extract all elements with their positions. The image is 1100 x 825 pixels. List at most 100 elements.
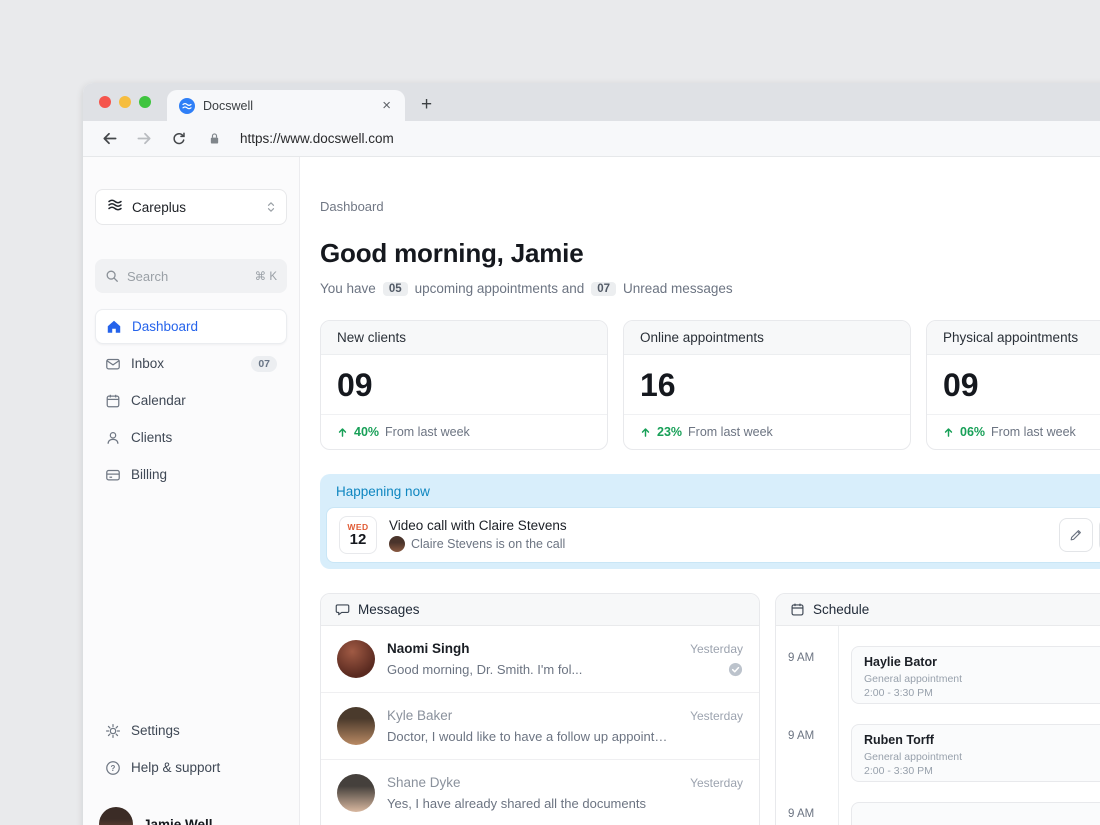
stat-delta: 40% bbox=[354, 425, 380, 439]
sidebar-item-help[interactable]: ? Help & support bbox=[95, 750, 287, 785]
search-input[interactable] bbox=[127, 268, 247, 284]
home-icon bbox=[106, 319, 122, 335]
stat-title: New clients bbox=[321, 321, 607, 355]
sidebar-item-label: Settings bbox=[131, 723, 180, 738]
message-sender: Shane Dyke bbox=[387, 775, 461, 790]
forward-icon[interactable] bbox=[136, 130, 153, 147]
inbox-icon bbox=[105, 356, 121, 372]
schedule-panel-header: Schedule bbox=[776, 594, 1100, 626]
message-list-item[interactable]: Kyle Baker Doctor, I would like to have … bbox=[321, 693, 759, 760]
close-window-button[interactable] bbox=[99, 96, 111, 108]
window-controls bbox=[99, 83, 151, 121]
sidebar-item-calendar[interactable]: Calendar bbox=[95, 383, 287, 418]
appointment-patient: Haylie Bator bbox=[864, 655, 937, 669]
appointment-card[interactable]: Haylie Bator General appointment 2:00 - … bbox=[851, 646, 1100, 704]
sidebar-item-inbox[interactable]: Inbox 07 bbox=[95, 346, 287, 381]
schedule-card-wrap bbox=[838, 802, 1100, 825]
sidebar-item-label: Billing bbox=[131, 467, 168, 482]
message-time: Yesterday bbox=[690, 709, 743, 723]
page-title: Good morning, Jamie bbox=[320, 238, 584, 268]
schedule-row: 9 AM Ruben Torff General appointment 2:0… bbox=[776, 724, 1100, 782]
stat-delta: 23% bbox=[657, 425, 683, 439]
sidebar-item-label: Help & support bbox=[131, 760, 221, 775]
message-time: Yesterday bbox=[690, 642, 743, 656]
message-preview: Doctor, I would like to have a follow up… bbox=[387, 729, 679, 744]
stat-delta-note: From last week bbox=[688, 425, 773, 439]
stat-footer: 23% From last week bbox=[624, 414, 910, 449]
browser-tabstrip: Docswell × + bbox=[83, 83, 1100, 121]
search-icon bbox=[105, 269, 119, 283]
event-info: Video call with Claire Stevens Claire St… bbox=[389, 518, 567, 552]
profile-name: Jamie Well bbox=[143, 816, 213, 825]
sidebar-item-label: Calendar bbox=[131, 393, 186, 408]
message-sender: Naomi Singh bbox=[387, 641, 470, 656]
secure-lock-icon[interactable] bbox=[209, 132, 220, 145]
chat-icon bbox=[335, 602, 350, 617]
message-meta: Yesterday bbox=[690, 640, 743, 677]
message-body: Shane Dyke Yes, I have already shared al… bbox=[387, 774, 678, 811]
happening-now-title: Happening now bbox=[336, 484, 430, 499]
event-subtitle: Claire Stevens is on the call bbox=[411, 537, 566, 551]
stat-value: 09 bbox=[337, 367, 373, 403]
summary-prefix: You have bbox=[320, 281, 376, 296]
stat-card-physical-appointments: Physical appointments 09 06% From last w… bbox=[926, 320, 1100, 450]
stat-footer: 40% From last week bbox=[321, 414, 607, 449]
sidebar-item-billing[interactable]: Billing bbox=[95, 457, 287, 492]
browser-tab-docswell[interactable]: Docswell × bbox=[167, 90, 405, 121]
tab-close-icon[interactable]: × bbox=[380, 96, 393, 115]
pencil-icon bbox=[1069, 528, 1083, 542]
sidebar-item-label: Inbox bbox=[131, 356, 165, 371]
schedule-time-label: 9 AM bbox=[788, 730, 815, 742]
minimize-window-button[interactable] bbox=[119, 96, 131, 108]
sidebar-item-clients[interactable]: Clients bbox=[95, 420, 287, 455]
appointments-count-badge: 05 bbox=[382, 281, 408, 296]
appointment-card[interactable]: Ruben Torff General appointment 2:00 - 3… bbox=[851, 724, 1100, 782]
messages-panel: Messages Naomi Singh Good morning, Dr. S… bbox=[320, 593, 760, 825]
appointment-card[interactable] bbox=[851, 802, 1100, 825]
reload-icon[interactable] bbox=[171, 131, 187, 147]
message-meta: Yesterday bbox=[690, 707, 743, 723]
address-bar[interactable]: https://www.docswell.com bbox=[240, 131, 394, 146]
read-check-icon bbox=[728, 662, 743, 677]
calendar-icon bbox=[790, 602, 805, 617]
message-sender: Kyle Baker bbox=[387, 708, 453, 723]
message-list-item[interactable]: Shane Dyke Yes, I have already shared al… bbox=[321, 760, 759, 825]
svg-text:?: ? bbox=[111, 763, 116, 772]
message-list-item[interactable]: Naomi Singh Good morning, Dr. Smith. I'm… bbox=[321, 626, 759, 693]
sidebar: Careplus ⌘ K Dashboard bbox=[83, 157, 300, 825]
messages-panel-header: Messages bbox=[321, 594, 759, 626]
schedule-panel-title: Schedule bbox=[813, 602, 870, 617]
zoom-window-button[interactable] bbox=[139, 96, 151, 108]
stat-delta: 06% bbox=[960, 425, 986, 439]
schedule-row: 9 AM Haylie Bator General appointment 2:… bbox=[776, 646, 1100, 704]
sidebar-nav: Dashboard Inbox 07 Calendar Clients Bill… bbox=[95, 309, 287, 492]
sidebar-item-label: Clients bbox=[131, 430, 173, 445]
careplus-logo-icon bbox=[106, 196, 124, 219]
arrow-up-icon bbox=[337, 427, 348, 438]
stat-delta-note: From last week bbox=[991, 425, 1076, 439]
help-circle-icon: ? bbox=[105, 760, 121, 776]
sidebar-item-settings[interactable]: Settings bbox=[95, 713, 287, 748]
sidebar-footer: Settings ? Help & support Jamie Well bbox=[95, 713, 287, 825]
edit-event-button[interactable] bbox=[1059, 518, 1093, 552]
arrow-up-icon bbox=[943, 427, 954, 438]
workspace-selector[interactable]: Careplus bbox=[95, 189, 287, 225]
stat-delta-note: From last week bbox=[385, 425, 470, 439]
new-tab-button[interactable]: + bbox=[421, 95, 432, 114]
search-box[interactable]: ⌘ K bbox=[95, 259, 287, 293]
schedule-body: 9 AM Haylie Bator General appointment 2:… bbox=[776, 626, 1100, 825]
stat-footer: 06% From last week bbox=[927, 414, 1100, 449]
appointment-hours: 2:00 - 3:30 PM bbox=[864, 765, 933, 777]
stat-card-online-appointments: Online appointments 16 23% From last wee… bbox=[623, 320, 911, 450]
browser-window: Docswell × + https://www.docswell.com Ca… bbox=[83, 83, 1100, 825]
stat-title: Physical appointments bbox=[927, 321, 1100, 355]
user-profile-row[interactable]: Jamie Well bbox=[95, 807, 287, 825]
gear-icon bbox=[105, 723, 121, 739]
sidebar-item-dashboard[interactable]: Dashboard bbox=[95, 309, 287, 344]
docswell-favicon-icon bbox=[179, 97, 195, 114]
happening-now-event-card[interactable]: WED 12 Video call with Claire Stevens Cl… bbox=[326, 507, 1100, 563]
back-icon[interactable] bbox=[101, 130, 118, 147]
panels-row: Messages Naomi Singh Good morning, Dr. S… bbox=[320, 593, 1100, 825]
message-meta: Yesterday bbox=[690, 774, 743, 790]
breadcrumb: Dashboard bbox=[320, 199, 384, 214]
